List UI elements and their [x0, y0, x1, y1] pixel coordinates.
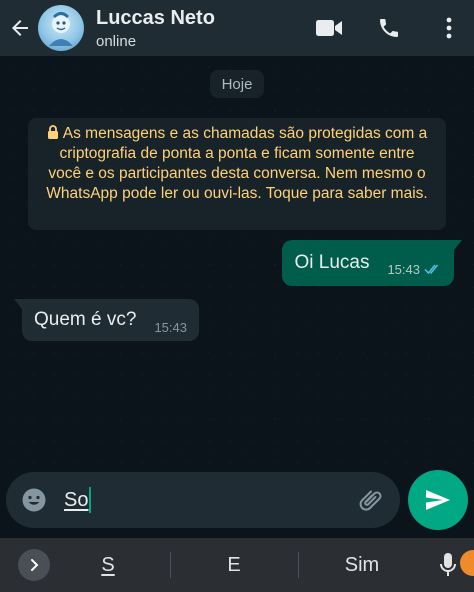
- back-button[interactable]: [2, 0, 38, 56]
- send-button[interactable]: [408, 470, 468, 530]
- chevron-right-icon: [31, 559, 39, 571]
- keyboard-suggestion-bar: S E Sim: [0, 538, 474, 592]
- encryption-text: As mensagens e as chamadas são protegida…: [46, 125, 428, 202]
- emoji-button[interactable]: [18, 484, 50, 516]
- mic-icon: [440, 553, 456, 576]
- suggestion-text: E: [227, 553, 241, 576]
- contact-name: Luccas Neto: [96, 6, 215, 29]
- message-input-text[interactable]: So: [64, 487, 92, 513]
- read-ticks-icon: [424, 264, 439, 275]
- chat-area[interactable]: Hoje As mensagens e as chamadas são prot…: [0, 56, 474, 468]
- message-outgoing[interactable]: Oi Lucas 15:43: [282, 240, 462, 286]
- message-time: 15:43: [154, 319, 187, 335]
- suggestion-divider: [170, 552, 171, 578]
- lock-icon: [47, 125, 58, 139]
- suggestion-1[interactable]: S: [62, 538, 154, 592]
- message-text: Oi Lucas: [294, 252, 370, 273]
- message-input[interactable]: So: [6, 472, 400, 528]
- more-options-button[interactable]: [432, 11, 466, 45]
- suggestion-3[interactable]: Sim: [316, 538, 408, 592]
- message-time: 15:43: [387, 261, 420, 277]
- more-options-icon: [446, 17, 452, 39]
- message-incoming[interactable]: Quem é vc? 15:43: [14, 299, 199, 341]
- avatar-image: [49, 12, 73, 46]
- video-call-button[interactable]: [312, 11, 346, 45]
- suggestion-divider: [298, 552, 299, 578]
- emoji-icon: [22, 488, 46, 512]
- suggestion-text: Sim: [344, 553, 380, 576]
- avatar[interactable]: [38, 5, 84, 51]
- back-arrow-icon: [12, 20, 28, 36]
- composer-bar: So: [0, 468, 474, 534]
- encryption-notice[interactable]: As mensagens e as chamadas são protegida…: [28, 118, 446, 230]
- keyboard-expand-button[interactable]: [18, 549, 50, 581]
- message-meta: 15:43: [387, 262, 442, 277]
- text-caret: [89, 487, 92, 513]
- chat-header: Luccas Neto online: [0, 0, 474, 56]
- date-chip: Hoje: [210, 70, 264, 98]
- attach-icon: [359, 490, 382, 511]
- voice-call-button[interactable]: [372, 11, 406, 45]
- video-call-icon: [316, 20, 342, 36]
- contact-info[interactable]: Luccas Neto online: [96, 7, 215, 50]
- phone-icon: [380, 19, 398, 37]
- message-meta: 15:43: [154, 320, 187, 335]
- message-text: Quem é vc?: [34, 309, 137, 330]
- attach-button[interactable]: [356, 484, 388, 516]
- suggestion-2[interactable]: E: [188, 538, 280, 592]
- typed-text: So: [64, 488, 89, 511]
- send-icon: [426, 490, 450, 510]
- contact-status: online: [96, 32, 137, 50]
- header-actions: [312, 0, 466, 56]
- suggestion-text: S: [101, 553, 115, 576]
